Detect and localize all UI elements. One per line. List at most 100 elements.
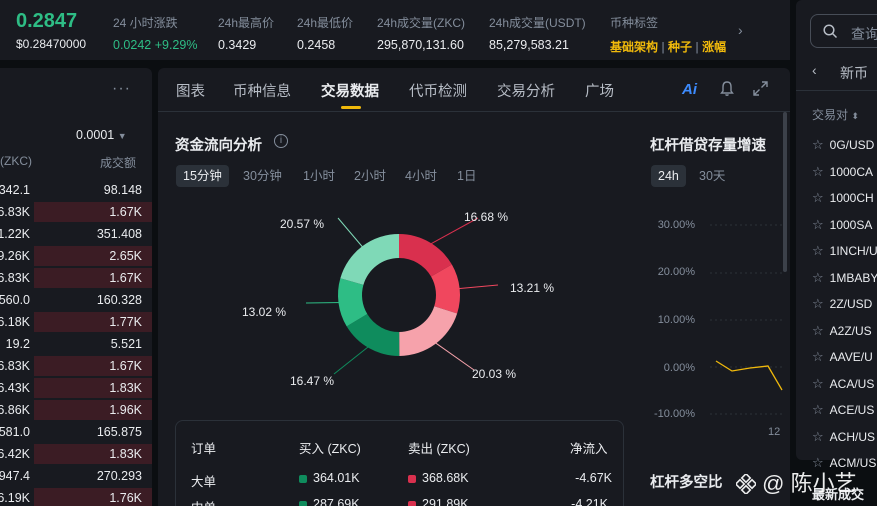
col-pair[interactable]: 交易对 ⬍ [812, 106, 859, 123]
row-price: 6.19K [0, 491, 30, 505]
pair-item[interactable]: ☆ 2Z/USD [812, 296, 872, 312]
row-net: -4.67K [575, 471, 612, 485]
order-book-row[interactable]: 6.42K 1.83K [0, 444, 152, 466]
scrollbar[interactable] [783, 112, 787, 272]
star-icon[interactable]: ☆ [812, 349, 824, 364]
order-book: ··· 0.0001 ▼ (ZKC) 成交额 342.1 98.148 6.83K 1… [0, 68, 152, 506]
tab-new-coins[interactable]: 新币 [840, 63, 868, 83]
pair-symbol: ACH/US [829, 429, 875, 444]
star-icon[interactable]: ☆ [812, 376, 824, 391]
period-2h[interactable]: 2小时 [347, 165, 393, 187]
pair-symbol: 1INCH/U [829, 244, 877, 258]
ai-button[interactable]: Ai [682, 81, 697, 98]
order-book-row[interactable]: 9.26K 2.65K [0, 246, 152, 268]
tab-coin-info[interactable]: 币种信息 [233, 80, 291, 101]
pair-item[interactable]: ☆ A2Z/US [812, 323, 872, 339]
chevron-left-icon[interactable]: ‹ [812, 62, 817, 78]
star-icon[interactable]: ☆ [812, 164, 824, 179]
star-icon[interactable]: ☆ [812, 429, 824, 444]
order-book-row[interactable]: 560.0 160.328 [0, 290, 152, 312]
lev-period-30d[interactable]: 30天 [692, 165, 732, 187]
row-sell: 368.68K [408, 471, 469, 485]
row-volume: 1.76K [109, 491, 142, 505]
star-icon[interactable]: ☆ [812, 296, 824, 311]
order-book-row[interactable]: 947.4 270.293 [0, 466, 152, 488]
period-4h[interactable]: 4小时 [398, 165, 444, 187]
donut-slice[interactable] [340, 234, 399, 285]
y-tick: 0.00% [663, 362, 695, 374]
order-book-row[interactable]: 6.19K 1.76K [0, 488, 152, 506]
period-15m[interactable]: 15分钟 [176, 165, 229, 187]
pair-symbol: ACA/US [829, 376, 875, 391]
pair-item[interactable]: ☆ ACA/US [812, 376, 874, 392]
more-icon[interactable]: ··· [112, 80, 131, 98]
period-1h[interactable]: 1小时 [296, 165, 342, 187]
star-icon[interactable]: ☆ [812, 323, 824, 338]
tab-token-check[interactable]: 代币检测 [409, 80, 467, 101]
pair-item[interactable]: ☆ 1000CH [812, 190, 874, 206]
bell-icon[interactable] [719, 80, 735, 97]
lev-period-24h[interactable]: 24h [651, 165, 686, 187]
high-label: 24h最高价 [218, 16, 275, 30]
leader-line [432, 340, 475, 371]
star-icon[interactable]: ☆ [812, 243, 824, 258]
x-tick: 12 [768, 426, 781, 438]
divider [796, 90, 877, 91]
row-buy: 287.69K [299, 497, 360, 506]
pair-item[interactable]: ☆ 1000CA [812, 164, 873, 180]
tab-trading-data[interactable]: 交易数据 [321, 80, 379, 101]
order-book-row[interactable]: 6.83K 1.67K [0, 202, 152, 224]
row-price: 6.83K [0, 359, 30, 373]
star-icon[interactable]: ☆ [812, 137, 824, 152]
pair-item[interactable]: ☆ 1000SA [812, 217, 872, 233]
donut-slice[interactable] [399, 306, 458, 356]
chevron-right-icon[interactable]: › [738, 22, 743, 38]
order-book-row[interactable]: 581.0 165.875 [0, 422, 152, 444]
order-book-row[interactable]: 6.83K 1.67K [0, 268, 152, 290]
vol-zkc-value: 295,870,131.60 [377, 38, 464, 52]
order-book-row[interactable]: 6.86K 1.96K [0, 400, 152, 422]
order-book-row[interactable]: 1.22K 351.408 [0, 224, 152, 246]
row-volume: 98.148 [103, 183, 142, 197]
order-book-row[interactable]: 6.43K 1.83K [0, 378, 152, 400]
pair-item[interactable]: ☆ 1INCH/U [812, 243, 877, 259]
info-icon[interactable]: i [274, 134, 288, 148]
ratio-title: 杠杆多空比 [650, 475, 723, 491]
change-value: 0.0242 +9.29% [113, 38, 198, 52]
tag-item[interactable]: 种子 [668, 40, 692, 54]
leader-line [333, 344, 372, 375]
order-book-row[interactable]: 342.1 98.148 [0, 180, 152, 202]
row-price: 6.83K [0, 205, 30, 219]
order-book-row[interactable]: 6.18K 1.77K [0, 312, 152, 334]
high-value: 0.3429 [218, 38, 257, 52]
period-1d[interactable]: 1日 [450, 165, 483, 187]
precision-select[interactable]: 0.0001 ▼ [76, 128, 127, 142]
tag-item[interactable]: 基础架构 [610, 40, 658, 54]
order-book-row[interactable]: 6.83K 1.67K [0, 356, 152, 378]
star-icon[interactable]: ☆ [812, 190, 824, 205]
tab-chart[interactable]: 图表 [176, 80, 205, 101]
pair-item[interactable]: ☆ 0G/USD [812, 137, 874, 153]
search-box[interactable]: 查询 [810, 14, 877, 48]
tab-square[interactable]: 广场 [585, 80, 614, 101]
pair-item[interactable]: ☆ 1MBABY [812, 270, 877, 286]
tag-item[interactable]: 涨幅 [702, 40, 726, 54]
star-icon[interactable]: ☆ [812, 217, 824, 232]
watermark: @ 陈小艺 [734, 466, 857, 498]
pair-item[interactable]: ☆ ACE/US [812, 402, 874, 418]
star-icon[interactable]: ☆ [812, 402, 824, 417]
row-volume: 1.67K [109, 271, 142, 285]
y-tick: 20.00% [657, 266, 695, 278]
tab-trade-analysis[interactable]: 交易分析 [497, 80, 555, 101]
order-book-row[interactable]: 19.2 5.521 [0, 334, 152, 356]
flow-donut-chart [305, 217, 499, 375]
pair-item[interactable]: ☆ AAVE/U [812, 349, 873, 365]
vol-zkc-label: 24h成交量(ZKC) [377, 16, 466, 30]
period-30m[interactable]: 30分钟 [236, 165, 289, 187]
pair-item[interactable]: ☆ ACH/US [812, 429, 875, 445]
pair-symbol: ACE/US [829, 403, 875, 417]
col-net-inflow: 净流入 [570, 442, 608, 456]
row-net: -4.21K [571, 497, 608, 506]
star-icon[interactable]: ☆ [812, 270, 824, 285]
expand-icon[interactable] [753, 81, 768, 96]
